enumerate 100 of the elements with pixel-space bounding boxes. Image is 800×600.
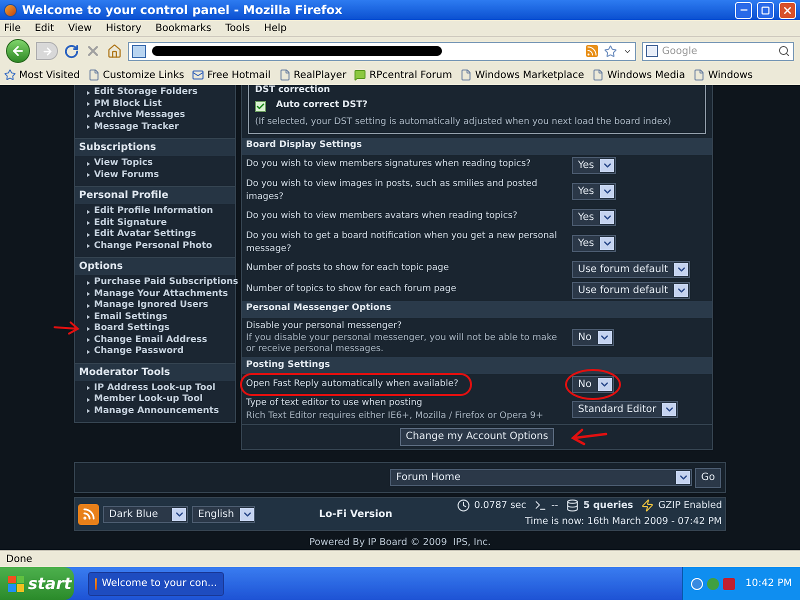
sidebar-link[interactable]: Manage Ignored Users: [94, 300, 208, 312]
lofi-link[interactable]: Lo-Fi Version: [319, 506, 392, 522]
sidebar-link[interactable]: Manage Announcements: [94, 406, 219, 417]
windows-logo-icon: [8, 576, 24, 592]
menu-item[interactable]: Help: [264, 20, 287, 36]
bookmark[interactable]: RealPlayer: [278, 68, 346, 82]
dropdown[interactable]: Standard Editor: [572, 400, 678, 418]
sidebar-link[interactable]: IP Address Look-up Tool: [94, 382, 216, 394]
menu-item[interactable]: Bookmarks: [155, 20, 212, 36]
sidebar-link[interactable]: Edit Avatar Settings: [94, 229, 196, 240]
back-button[interactable]: [6, 39, 30, 63]
sidebar-link[interactable]: View Topics: [94, 158, 153, 170]
clock-icon: [457, 499, 470, 512]
dropdown-button[interactable]: [662, 402, 676, 416]
menu-item[interactable]: Tools: [225, 20, 250, 36]
bullet-icon: [87, 232, 90, 237]
dropdown[interactable]: Use forum default: [572, 260, 690, 278]
sidebar-link[interactable]: Change Personal Photo: [94, 240, 212, 252]
dropdown-button[interactable]: [674, 262, 688, 276]
submit-button[interactable]: Change my Account Options: [400, 428, 554, 446]
clock-text: Time is now: 16th March 2009 - 07:42 PM: [525, 515, 722, 530]
bookmark[interactable]: Most Visited: [4, 68, 80, 82]
sidebar-link[interactable]: Archive Messages: [94, 110, 186, 122]
database-icon: [566, 499, 580, 512]
rss-button[interactable]: [78, 504, 99, 525]
search-placeholder: Google: [662, 44, 698, 58]
dropdown[interactable]: Forum Home: [390, 469, 692, 486]
dropdown[interactable]: Yes: [572, 156, 616, 174]
tray-icon[interactable]: [691, 578, 704, 590]
bookmark[interactable]: Windows Media: [592, 68, 686, 82]
dropdown[interactable]: Yes: [572, 234, 616, 252]
sidebar-link[interactable]: View Forums: [94, 170, 159, 181]
dropdown-button[interactable]: [676, 471, 690, 484]
taskbar-button[interactable]: Welcome to your con...: [88, 572, 224, 596]
dropdown-button[interactable]: [598, 378, 612, 391]
bullet-icon: [87, 280, 90, 285]
dropdown-button[interactable]: [600, 236, 614, 250]
go-button[interactable]: Go: [695, 468, 721, 488]
menu-item[interactable]: File: [4, 20, 21, 36]
dropdown-button[interactable]: [172, 508, 186, 521]
dropdown-button[interactable]: [600, 158, 614, 172]
bookmark[interactable]: Windows Marketplace: [460, 68, 584, 82]
start-button[interactable]: start: [0, 567, 74, 600]
section-heading: Board Display Settings: [242, 138, 712, 154]
bullet-icon: [87, 386, 90, 390]
bullet-icon: [87, 221, 90, 226]
bullet-icon: [87, 315, 90, 320]
checkbox-label: Auto correct DST?: [276, 99, 368, 112]
sidebar-link[interactable]: Edit Profile Information: [94, 206, 214, 218]
dropdown-button[interactable]: [674, 284, 688, 296]
dropdown[interactable]: Dark Blue: [103, 506, 188, 523]
dropdown[interactable]: No: [572, 376, 614, 393]
checkbox[interactable]: [255, 100, 266, 112]
sidebar-link[interactable]: Member Look-up Tool: [94, 394, 203, 406]
feed-icon: [82, 507, 96, 522]
dropdown[interactable]: No: [572, 328, 614, 346]
sidebar-link[interactable]: Message Tracker: [94, 122, 179, 133]
sidebar-link[interactable]: Board Settings: [94, 323, 170, 334]
sidebar-link[interactable]: Manage Your Attachments: [94, 288, 228, 300]
minimize-button[interactable]: [735, 2, 752, 18]
sidebar-link[interactable]: Email Settings: [94, 312, 168, 323]
setting-question: Type of text editor to use when posting: [246, 398, 422, 408]
stat-text: --: [551, 498, 558, 513]
dropdown-button[interactable]: [600, 184, 614, 198]
setting-question: Do you wish to view members avatars when reading topics?: [246, 211, 518, 222]
address-bar[interactable]: [128, 42, 636, 60]
star-icon: [4, 69, 16, 81]
bookmark[interactable]: Free Hotmail: [192, 68, 271, 82]
home-icon[interactable]: [107, 44, 122, 58]
bookmark[interactable]: RPcentral Forum: [354, 68, 452, 82]
dropdown[interactable]: Yes: [572, 208, 616, 226]
bookmark[interactable]: Customize Links: [88, 68, 184, 82]
sidebar-link[interactable]: Edit Signature: [94, 218, 167, 229]
dropdown[interactable]: Use forum default: [572, 282, 690, 298]
bullet-icon: [87, 292, 90, 296]
reload-icon[interactable]: [64, 44, 79, 58]
sidebar-link[interactable]: Change Email Address: [94, 334, 208, 346]
sidebar-link[interactable]: Change Password: [94, 346, 184, 358]
dropdown[interactable]: English: [192, 506, 255, 523]
dropdown-button[interactable]: [240, 508, 254, 521]
sidebar-link[interactable]: PM Block List: [94, 98, 162, 110]
section-heading: Posting Settings: [242, 357, 712, 374]
dropdown-button[interactable]: [600, 210, 614, 224]
menu-item[interactable]: View: [68, 20, 92, 36]
bookmark[interactable]: Windows: [693, 68, 753, 82]
star-icon[interactable]: [604, 44, 617, 58]
dropdown[interactable]: Yes: [572, 182, 616, 200]
bullet-icon: [87, 304, 90, 308]
sidebar-link[interactable]: Purchase Paid Subscriptions: [94, 277, 238, 288]
sidebar-link[interactable]: Edit Storage Folders: [94, 87, 198, 98]
maximize-button[interactable]: [757, 2, 774, 18]
bullet-icon: [87, 173, 90, 178]
dropdown-button[interactable]: [598, 330, 612, 344]
maximize-icon: [761, 6, 770, 14]
page-icon: [592, 69, 604, 81]
search-icon[interactable]: [778, 45, 790, 57]
menu-item[interactable]: History: [106, 20, 142, 36]
menu-item[interactable]: Edit: [34, 20, 54, 36]
close-button[interactable]: [779, 2, 796, 18]
hint-text: (If selected, your DST setting is automatically adjusted when you next load the board index): [255, 116, 672, 129]
